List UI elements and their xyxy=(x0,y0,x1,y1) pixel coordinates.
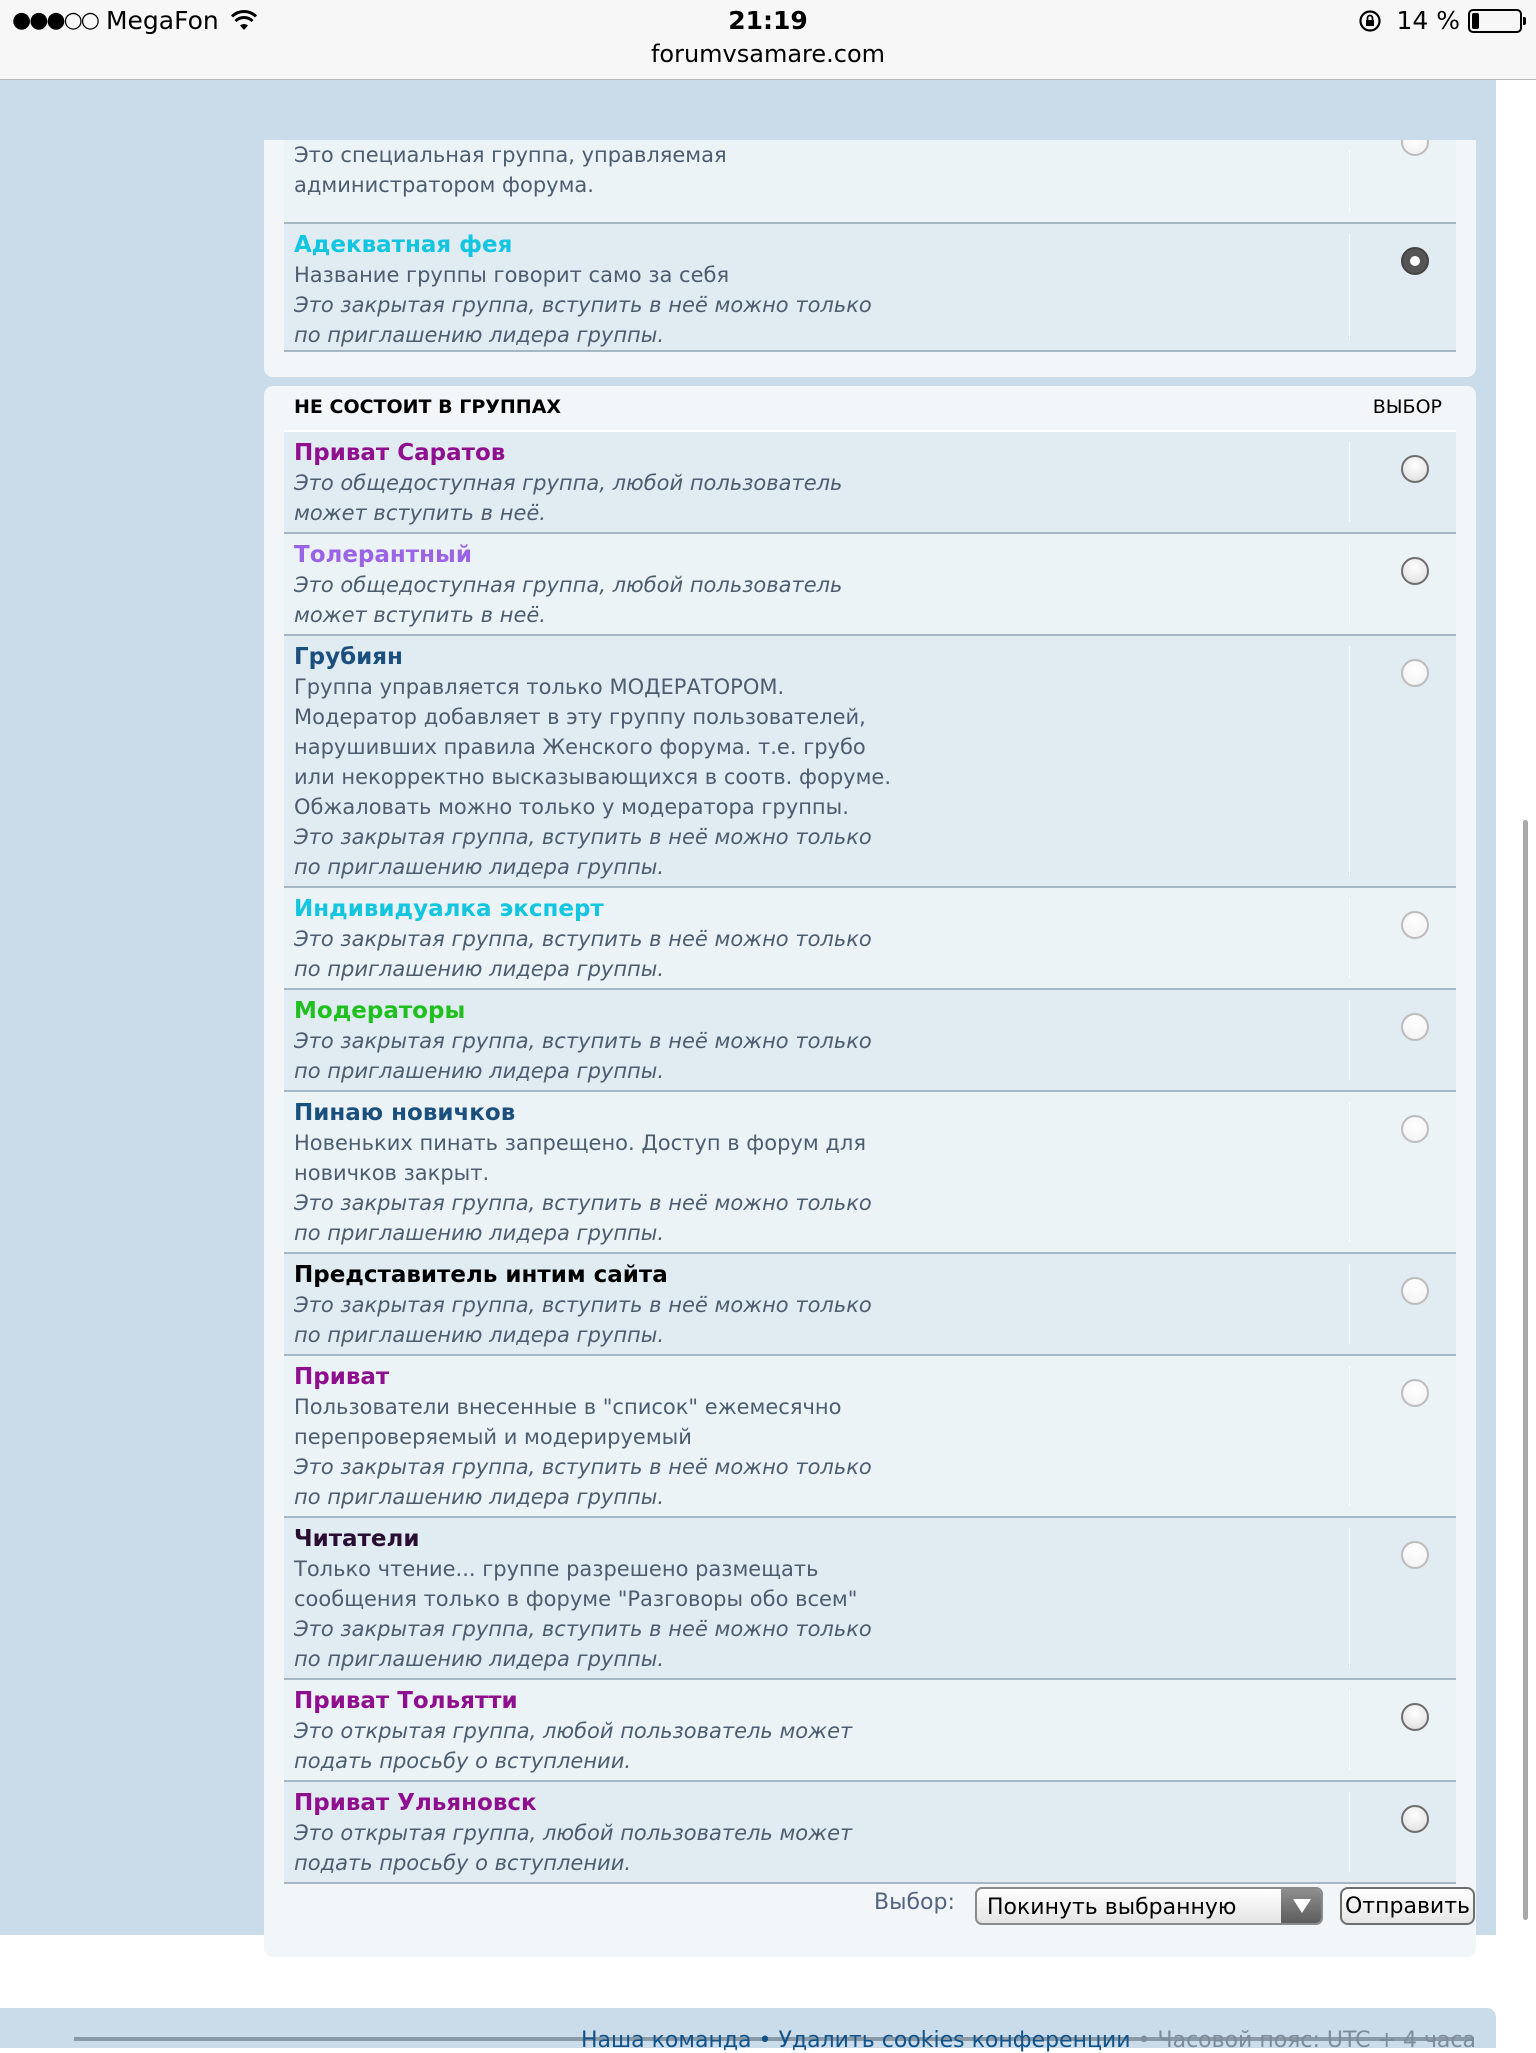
group-type-note: Это закрытая группа, вступить в неё можн… xyxy=(294,1455,872,1509)
submit-button[interactable]: Отправить xyxy=(1340,1887,1475,1925)
battery-info: 14 % xyxy=(1358,6,1526,35)
browser-status-bar: ●●●○○ MegaFon 21:19 14 % forumvsamare.co… xyxy=(0,0,1536,80)
group-select-radio[interactable] xyxy=(1401,1013,1429,1041)
group-type-note: Это закрытая группа, вступить в неё можн… xyxy=(294,1293,872,1347)
group-name-link[interactable]: Пинаю новичков xyxy=(294,1098,1446,1128)
group-select-radio[interactable] xyxy=(1401,911,1429,939)
battery-percent: 14 % xyxy=(1396,6,1460,35)
group-name-link[interactable]: Адекватная фея xyxy=(294,230,1446,260)
clock: 21:19 xyxy=(728,6,808,35)
group-row: Приват Ульяновск Это открытая группа, люб… xyxy=(284,1782,1456,1884)
group-row: Это специальная группа, управляемая адми… xyxy=(284,140,1456,224)
group-description: Это специальная группа, управляемая адми… xyxy=(294,143,727,197)
delete-cookies-link[interactable]: Удалить cookies конференции xyxy=(779,2028,1131,2053)
group-description: Только чтение... группе разрешено размещ… xyxy=(294,1557,858,1611)
page-background: Это специальная группа, управляемая адми… xyxy=(0,80,1496,1957)
non-member-groups-list: НЕ СОСТОИТ В ГРУППАХ ВЫБОР Приват Сарато… xyxy=(284,386,1456,1884)
group-row: Модераторы Это закрытая группа, вступить … xyxy=(284,990,1456,1092)
group-type-note: Это открытая группа, любой пользователь … xyxy=(294,1821,853,1875)
group-type-note: Это закрытая группа, вступить в неё можн… xyxy=(294,1617,872,1671)
select-column-header: ВЫБОР xyxy=(1372,396,1442,418)
group-select-radio[interactable] xyxy=(1401,1115,1429,1143)
group-name-link[interactable]: Модераторы xyxy=(294,996,1446,1026)
group-name-link[interactable]: Грубиян xyxy=(294,642,1446,672)
group-row: Адекватная фея Название группы говорит са… xyxy=(284,224,1456,352)
action-select[interactable]: Покинуть выбранную xyxy=(975,1887,1323,1925)
action-label: Выбор: xyxy=(874,1890,955,1915)
group-select-radio[interactable] xyxy=(1401,247,1429,275)
group-type-note: Это закрытая группа, вступить в неё можн… xyxy=(294,927,872,981)
group-name-link[interactable]: Приват Ульяновск xyxy=(294,1788,1446,1818)
non-member-groups-panel: НЕ СОСТОИТ В ГРУППАХ ВЫБОР Приват Сарато… xyxy=(264,386,1476,1957)
group-description: Группа управляется только МОДЕРАТОРОМ. М… xyxy=(294,675,892,819)
group-type-note: Это закрытая группа, вступить в неё можн… xyxy=(294,1191,872,1245)
chevron-down-icon xyxy=(1281,1889,1321,1923)
non-member-title: НЕ СОСТОИТ В ГРУППАХ xyxy=(294,396,562,418)
member-groups-panel: Это специальная группа, управляемая адми… xyxy=(264,140,1476,377)
group-type-note: Это закрытая группа, вступить в неё можн… xyxy=(294,293,872,347)
group-row: Толерантный Это общедоступная группа, люб… xyxy=(284,534,1456,636)
group-select-radio[interactable] xyxy=(1401,557,1429,585)
group-type-note: Это закрытая группа, вступить в неё можн… xyxy=(294,1029,872,1083)
group-type-note: Это общедоступная группа, любой пользова… xyxy=(294,471,843,525)
group-row: Грубиян Группа управляется только МОДЕРАТ… xyxy=(284,636,1456,888)
group-name-link[interactable]: Приват Саратов xyxy=(294,438,1446,468)
member-groups-list: Это специальная группа, управляемая адми… xyxy=(284,140,1456,352)
group-select-radio[interactable] xyxy=(1401,659,1429,687)
action-select-value: Покинуть выбранную xyxy=(987,1895,1237,1920)
group-name-link[interactable]: Приват xyxy=(294,1362,1446,1392)
group-name-link[interactable]: Читатели xyxy=(294,1524,1446,1554)
group-row: Представитель интим сайта Это закрытая гр… xyxy=(284,1254,1456,1356)
footer-links: Наша команда • Удалить cookies конференц… xyxy=(580,2028,1477,2053)
group-row: Приват Пользователи внесенные в "список" … xyxy=(284,1356,1456,1518)
group-select-radio[interactable] xyxy=(1401,1277,1429,1305)
rotation-lock-icon xyxy=(1359,9,1382,32)
group-select-radio[interactable] xyxy=(1401,1805,1429,1833)
group-name-link[interactable]: Толерантный xyxy=(294,540,1446,570)
team-link[interactable]: Наша команда xyxy=(581,2028,752,2053)
group-type-note: Это общедоступная группа, любой пользова… xyxy=(294,573,843,627)
group-name-link[interactable]: Индивидуалка эксперт xyxy=(294,894,1446,924)
non-member-header: НЕ СОСТОИТ В ГРУППАХ ВЫБОР xyxy=(284,386,1456,432)
page-scrollbar[interactable] xyxy=(1523,820,1528,1920)
group-type-note: Это закрытая группа, вступить в неё можн… xyxy=(294,825,872,879)
group-row: Читатели Только чтение... группе разрешен… xyxy=(284,1518,1456,1680)
group-name-link[interactable]: Представитель интим сайта xyxy=(294,1260,1446,1290)
group-type-note: Это открытая группа, любой пользователь … xyxy=(294,1719,853,1773)
group-description: Новеньких пинать запрещено. Доступ в фор… xyxy=(294,1131,866,1185)
group-row: Индивидуалка эксперт Это закрытая группа,… xyxy=(284,888,1456,990)
group-select-radio[interactable] xyxy=(1401,1541,1429,1569)
group-row: Приват Саратов Это общедоступная группа, … xyxy=(284,432,1456,534)
group-row: Приват Тольятти Это открытая группа, любо… xyxy=(284,1680,1456,1782)
group-select-radio[interactable] xyxy=(1401,455,1429,483)
timezone-text: Часовой пояс: UTC + 4 часа xyxy=(1157,2028,1477,2053)
group-description: Название группы говорит само за себя xyxy=(294,263,730,287)
group-name-link[interactable]: Приват Тольятти xyxy=(294,1686,1446,1716)
group-description: Пользователи внесенные в "список" ежемес… xyxy=(294,1395,842,1449)
battery-icon xyxy=(1468,8,1526,33)
group-select-radio[interactable] xyxy=(1401,1703,1429,1731)
group-row: Пинаю новичков Новеньких пинать запрещено… xyxy=(284,1092,1456,1254)
group-select-radio[interactable] xyxy=(1401,1379,1429,1407)
address-bar-url[interactable]: forumvsamare.com xyxy=(0,40,1536,68)
